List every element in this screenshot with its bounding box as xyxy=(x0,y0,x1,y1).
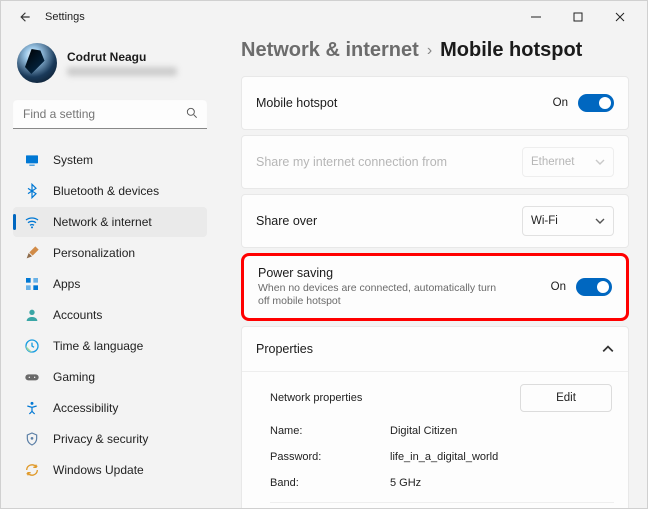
nav-accessibility[interactable]: Accessibility xyxy=(13,393,207,423)
prop-name-value: Digital Citizen xyxy=(390,425,457,437)
prop-pass-value: life_in_a_digital_world xyxy=(390,451,498,463)
nav-label: Accounts xyxy=(53,308,102,322)
back-button[interactable] xyxy=(15,7,35,27)
minimize-button[interactable] xyxy=(515,3,557,31)
share-from-select: Ethernet xyxy=(522,147,614,177)
nav-label: Accessibility xyxy=(53,401,118,415)
sidebar: Codrut Neagu System Bluetooth & devices … xyxy=(1,33,219,508)
nav-label: Privacy & security xyxy=(53,432,148,446)
hotspot-state: On xyxy=(553,97,568,109)
chevron-up-icon xyxy=(602,343,614,355)
properties-header: Properties xyxy=(256,342,602,356)
prop-pass-key: Password: xyxy=(270,451,390,463)
properties-body: Network properties Edit Name:Digital Cit… xyxy=(242,371,628,508)
nav-update[interactable]: Windows Update xyxy=(13,455,207,485)
breadcrumb-parent[interactable]: Network & internet xyxy=(241,39,419,62)
nav-personalization[interactable]: Personalization xyxy=(13,238,207,268)
power-state: On xyxy=(551,281,566,293)
search-icon xyxy=(185,106,199,120)
power-saving-card: Power saving When no devices are connect… xyxy=(241,253,629,321)
nav-privacy[interactable]: Privacy & security xyxy=(13,424,207,454)
nav-label: Time & language xyxy=(53,339,143,353)
system-icon xyxy=(23,151,41,169)
nav-network[interactable]: Network & internet xyxy=(13,207,207,237)
hotspot-title: Mobile hotspot xyxy=(256,96,553,110)
share-from-card: Share my internet connection from Ethern… xyxy=(241,135,629,189)
nav-accounts[interactable]: Accounts xyxy=(13,300,207,330)
hotspot-toggle[interactable] xyxy=(578,94,614,112)
bluetooth-icon xyxy=(23,182,41,200)
nav-label: Network & internet xyxy=(53,215,152,229)
prop-band-value: 5 GHz xyxy=(390,477,421,489)
nav-apps[interactable]: Apps xyxy=(13,269,207,299)
breadcrumb: Network & internet › Mobile hotspot xyxy=(241,39,629,62)
nav-label: Apps xyxy=(53,277,80,291)
share-from-value: Ethernet xyxy=(531,156,574,168)
time-icon xyxy=(23,337,41,355)
gaming-icon xyxy=(23,368,41,386)
share-over-value: Wi-Fi xyxy=(531,215,558,227)
hotspot-card: Mobile hotspot On xyxy=(241,76,629,130)
profile[interactable]: Codrut Neagu xyxy=(13,39,207,89)
nav-bluetooth[interactable]: Bluetooth & devices xyxy=(13,176,207,206)
profile-name: Codrut Neagu xyxy=(67,50,177,64)
breadcrumb-current: Mobile hotspot xyxy=(440,39,582,62)
nav: System Bluetooth & devices Network & int… xyxy=(13,145,207,485)
accounts-icon xyxy=(23,306,41,324)
share-over-card: Share over Wi-Fi xyxy=(241,194,629,248)
personalization-icon xyxy=(23,244,41,262)
share-from-title: Share my internet connection from xyxy=(256,155,522,169)
nav-label: Bluetooth & devices xyxy=(53,184,159,198)
avatar xyxy=(17,43,57,83)
apps-icon xyxy=(23,275,41,293)
power-toggle[interactable] xyxy=(576,278,612,296)
nav-time[interactable]: Time & language xyxy=(13,331,207,361)
properties-section: Network properties xyxy=(270,392,362,404)
content: Network & internet › Mobile hotspot Mobi… xyxy=(219,33,647,508)
nav-label: System xyxy=(53,153,93,167)
nav-label: Windows Update xyxy=(53,463,144,477)
properties-card: Properties Network properties Edit Name:… xyxy=(241,326,629,508)
nav-gaming[interactable]: Gaming xyxy=(13,362,207,392)
chevron-down-icon xyxy=(595,157,605,167)
maximize-button[interactable] xyxy=(557,3,599,31)
share-over-title: Share over xyxy=(256,214,522,228)
window-title: Settings xyxy=(45,11,85,23)
update-icon xyxy=(23,461,41,479)
privacy-icon xyxy=(23,430,41,448)
nav-label: Personalization xyxy=(53,246,135,260)
power-subtitle: When no devices are connected, automatic… xyxy=(258,282,508,308)
search-container xyxy=(13,99,207,129)
titlebar: Settings xyxy=(1,1,647,33)
share-over-select[interactable]: Wi-Fi xyxy=(522,206,614,236)
edit-label: Edit xyxy=(556,392,576,404)
prop-band-key: Band: xyxy=(270,477,390,489)
properties-header-row[interactable]: Properties xyxy=(242,327,628,371)
nav-system[interactable]: System xyxy=(13,145,207,175)
chevron-down-icon xyxy=(595,216,605,226)
prop-name-key: Name: xyxy=(270,425,390,437)
search-input[interactable] xyxy=(13,99,207,129)
network-icon xyxy=(23,213,41,231)
profile-email xyxy=(67,67,177,76)
close-button[interactable] xyxy=(599,3,641,31)
edit-button[interactable]: Edit xyxy=(520,384,612,412)
chevron-right-icon: › xyxy=(427,42,432,60)
accessibility-icon xyxy=(23,399,41,417)
nav-label: Gaming xyxy=(53,370,95,384)
power-title: Power saving xyxy=(258,266,551,280)
